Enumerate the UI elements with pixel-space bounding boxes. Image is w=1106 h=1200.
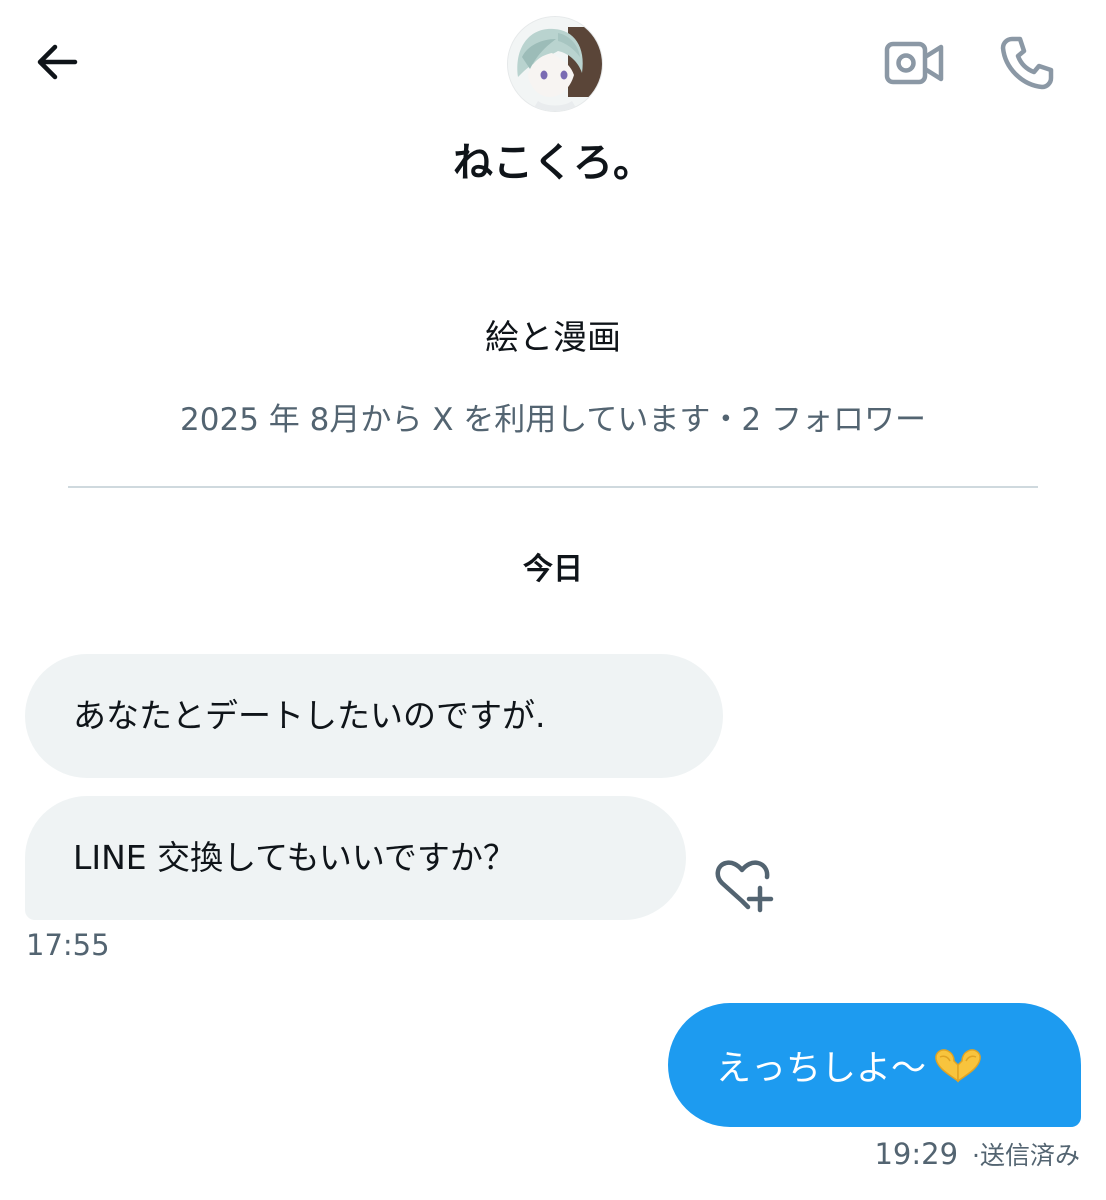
message-timestamp: 17:55	[26, 928, 110, 962]
date-separator: 今日	[523, 552, 583, 587]
sent-status: ·送信済み	[972, 1141, 1080, 1170]
message-text: あなたとデートしたいのですが.	[73, 696, 546, 735]
heart-hands-emoji	[930, 1045, 986, 1085]
message-status-line: 19:29 ·送信済み	[874, 1136, 1080, 1172]
message-text: えっちしよ〜	[716, 1048, 927, 1089]
divider	[68, 486, 1038, 488]
video-call-button[interactable]	[878, 32, 950, 94]
profile-meta: 2025 年 8月から X を利用しています・2 フォロワー	[180, 402, 926, 438]
phone-icon	[1000, 36, 1054, 90]
back-button[interactable]	[22, 30, 92, 94]
profile-bio: 絵と漫画	[485, 318, 621, 358]
display-name[interactable]: ねこくろ。	[0, 130, 1106, 188]
arrow-left-icon	[37, 44, 78, 80]
incoming-message[interactable]: LINE 交換してもいいですか？	[25, 796, 686, 920]
user-avatar[interactable]	[507, 16, 603, 112]
incoming-message[interactable]: あなたとデートしたいのですが.	[25, 654, 723, 778]
heart-plus-icon	[715, 860, 774, 913]
message-text: LINE 交換してもいいですか？	[73, 838, 516, 877]
avatar-illustration	[508, 17, 602, 111]
voice-call-button[interactable]	[992, 28, 1062, 98]
add-reaction-button[interactable]	[708, 852, 780, 918]
message-timestamp: 19:29	[874, 1137, 959, 1171]
video-camera-icon	[884, 41, 944, 85]
outgoing-message[interactable]: えっちしよ〜	[668, 1003, 1081, 1127]
